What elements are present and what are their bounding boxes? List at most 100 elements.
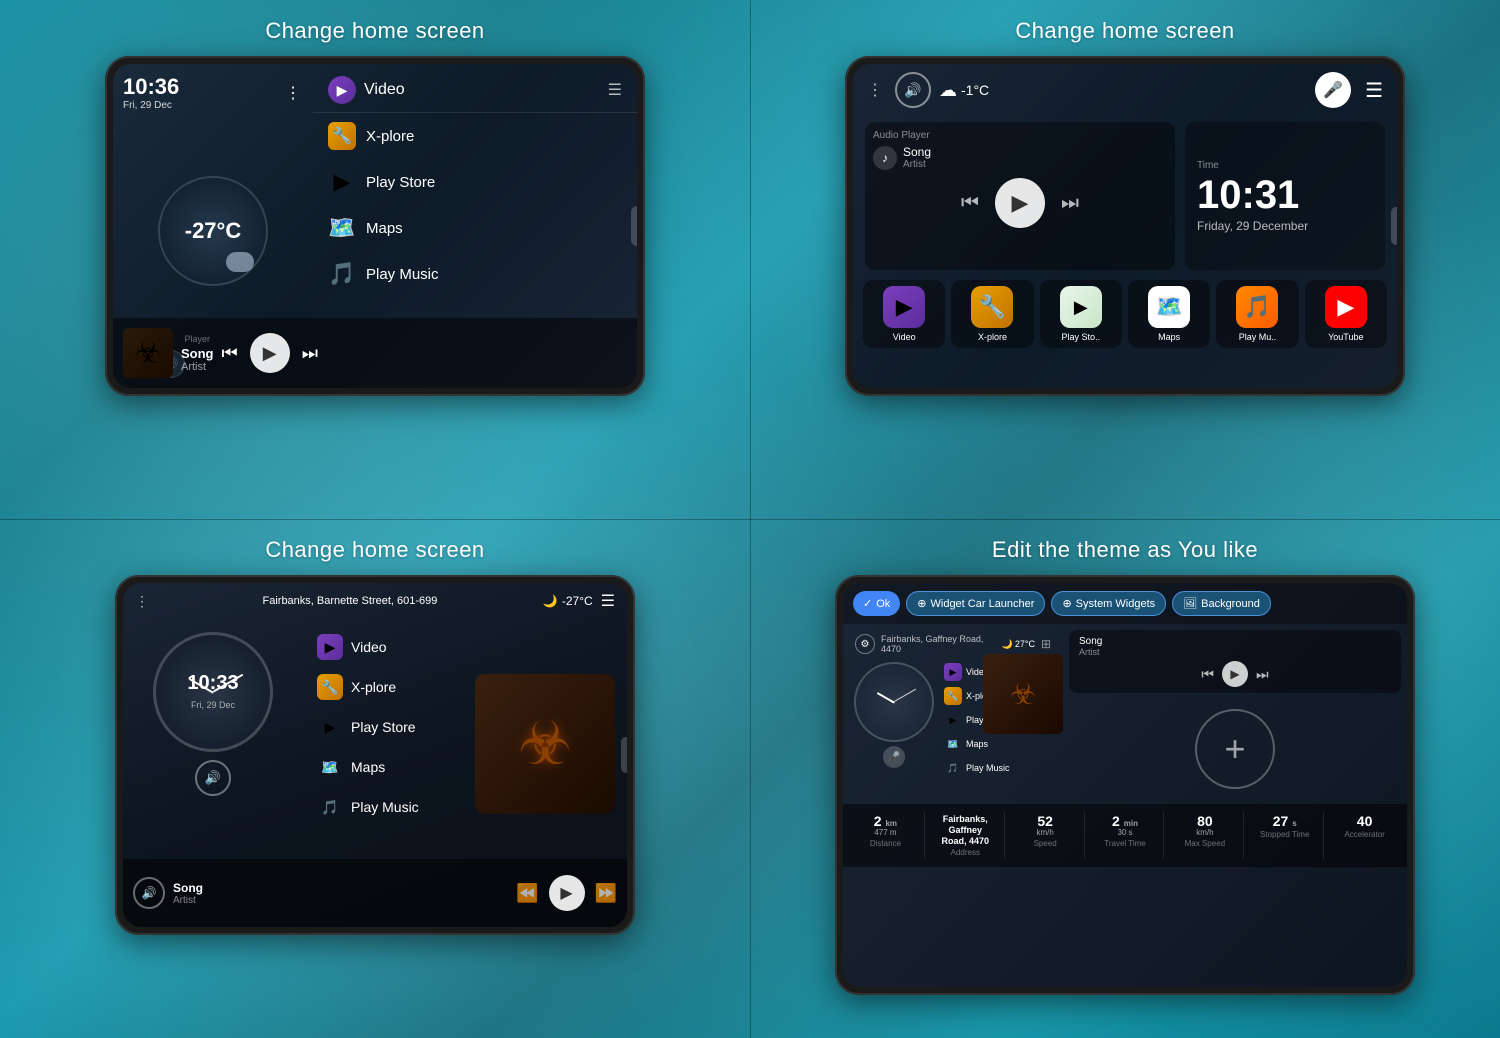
screen2-app-playstore[interactable]: ▶ Play Sto..: [1040, 280, 1122, 348]
screen4-mic[interactable]: 🎤: [883, 746, 905, 768]
screen4-moon: 🌙: [1002, 639, 1013, 650]
screen3-video-icon: ▶: [317, 634, 343, 660]
screen4-player: Song Artist ⏮ ▶ ⏭: [1069, 630, 1401, 693]
menu-item-playmusic[interactable]: 🎵 Play Music: [313, 251, 637, 297]
maps-label: Maps: [366, 220, 403, 237]
screen2-app-playmusic[interactable]: 🎵 Play Mu..: [1216, 280, 1298, 348]
screen3-menu-playmusic[interactable]: 🎵 Play Music: [311, 787, 455, 827]
screen4-album-art: ☣: [983, 654, 1063, 734]
screen1-dots-menu[interactable]: ⋮: [285, 83, 303, 103]
screen1-hamburger-icon[interactable]: ☰: [608, 80, 622, 100]
screen3-temp: -27°C: [562, 594, 593, 608]
screen2-audio-widget: Audio Player ♪ Song Artist ⏮ ▶ ⏭: [865, 122, 1175, 270]
screen2-prev[interactable]: ⏮: [961, 192, 979, 215]
screen3-scroll[interactable]: [621, 737, 627, 773]
screen2-app-xplore[interactable]: 🔧 X-plore: [951, 280, 1033, 348]
screen2-next[interactable]: ⏭: [1061, 192, 1079, 215]
screen3-play[interactable]: ▶: [549, 875, 585, 911]
screen1-player-label: Player: [181, 334, 214, 344]
screen4-add-widget-button[interactable]: +: [1195, 709, 1275, 789]
menu-item-maps[interactable]: 🗺️ Maps: [313, 205, 637, 251]
screen1-scroll-indicator[interactable]: [631, 206, 637, 246]
screen3-volume[interactable]: 🔊: [195, 760, 231, 796]
screen3-hamburger[interactable]: ☰: [601, 591, 615, 611]
screen4-right-panel: Song Artist ⏮ ▶ ⏭ +: [1063, 624, 1407, 804]
bg-label: Background: [1201, 598, 1260, 610]
playstore-icon: ▶: [328, 168, 356, 196]
stat-distance-value: 2 km: [851, 814, 920, 828]
cell-bottom-left: Change home screen ⋮ Fairbanks, Barnette…: [0, 519, 750, 1038]
screen4-maps-icon: 🗺️: [944, 735, 962, 753]
screen3-player-vol[interactable]: 🔊: [133, 877, 165, 909]
screen4-menu-maps[interactable]: 🗺️ Maps: [941, 732, 1055, 756]
screen2-mic-button[interactable]: 🎤: [1315, 72, 1351, 108]
screen2-app-youtube[interactable]: ▶ YouTube: [1305, 280, 1387, 348]
screen2-hamburger[interactable]: ☰: [1365, 78, 1383, 103]
prev-button[interactable]: ⏮: [222, 343, 238, 364]
main-grid: Change home screen 10:36 Fri, 29 Dec ⋮: [0, 0, 1500, 1038]
menu-item-xplore[interactable]: 🔧 X-plore: [313, 113, 637, 159]
screen4-prev[interactable]: ⏮: [1201, 666, 1214, 683]
screen4-playmusic-icon: 🎵: [944, 759, 962, 777]
screen4-menu-playmusic[interactable]: 🎵 Play Music: [941, 756, 1055, 780]
screen2-maps-icon: 🗺️: [1148, 286, 1190, 328]
screen2-dots[interactable]: ⋮: [867, 80, 883, 100]
screen3-date: Fri, 29 Dec: [191, 700, 235, 710]
screen2-song-text: Song Artist: [903, 145, 931, 170]
screen2-video-icon: ▶: [883, 286, 925, 328]
screen3-menu-xplore[interactable]: 🔧 X-plore: [311, 667, 455, 707]
screen2-time-widget: Time 10:31 Friday, 29 December: [1185, 122, 1385, 270]
screen4-next[interactable]: ⏭: [1256, 666, 1269, 683]
screen4-play[interactable]: ▶: [1222, 661, 1248, 687]
screen2-play[interactable]: ▶: [995, 178, 1045, 228]
screen2-app-video[interactable]: ▶ Video: [863, 280, 945, 348]
stat-travel-sub: 30 s: [1091, 828, 1160, 837]
screen3-moon-icon: 🌙: [543, 594, 558, 608]
plus-icon-widget: ⊕: [917, 597, 926, 610]
screen4-song: Song: [1079, 636, 1102, 647]
screen3-player: 🔊 Song Artist ⏪ ▶ ⏩: [123, 859, 627, 927]
cell-top-left: Change home screen 10:36 Fri, 29 Dec ⋮: [0, 0, 750, 519]
stat-address-label: Address: [931, 848, 1000, 857]
screen3-player-info: Song Artist: [173, 881, 508, 906]
stat-maxspeed-unit: km/h: [1170, 828, 1239, 837]
toolbar-ok-button[interactable]: ✓ Ok: [853, 591, 900, 616]
screen3-menu-maps[interactable]: 🗺️ Maps: [311, 747, 455, 787]
screen3-menu-playstore[interactable]: ▶ Play Store: [311, 707, 455, 747]
screen3-menu-video[interactable]: ▶ Video: [311, 627, 455, 667]
screen4-analog-clock: [854, 662, 934, 742]
toolbar-system-button[interactable]: ⊕ System Widgets: [1051, 591, 1166, 616]
play-button[interactable]: ▶: [250, 333, 290, 373]
screen3-controls: ⏪ ▶ ⏩: [516, 875, 617, 911]
stat-speed-unit: km/h: [1011, 828, 1080, 837]
screen2-app-maps[interactable]: 🗺️ Maps: [1128, 280, 1210, 348]
ok-label: Ok: [876, 598, 890, 610]
screen4-settings-icon[interactable]: ⚙: [855, 634, 875, 654]
screen4-song-info: Song Artist: [1079, 636, 1102, 657]
screen2-weather: ☁ -1°C: [939, 80, 989, 101]
toolbar-widget-button[interactable]: ⊕ Widget Car Launcher: [906, 591, 1045, 616]
screen4-artist: Artist: [1079, 647, 1102, 657]
screen3-playmusic-label: Play Music: [351, 799, 419, 815]
next-button[interactable]: ⏭: [302, 343, 318, 364]
screen1-video-icon[interactable]: ▶: [328, 76, 356, 104]
screen4-hour-hand: [877, 692, 895, 704]
screen3-forward[interactable]: ⏩: [595, 883, 617, 904]
screen3-rewind[interactable]: ⏪: [516, 883, 538, 904]
xplore-icon: 🔧: [328, 122, 356, 150]
maps-icon: 🗺️: [328, 214, 356, 242]
screen2-time: 10:31: [1197, 175, 1373, 215]
stat-accelerator: 40 Accelerator: [1326, 812, 1403, 859]
toolbar-bg-button[interactable]: 🖼 Background: [1172, 591, 1271, 616]
screen3-playstore-icon: ▶: [317, 714, 343, 740]
title-top-right: Change home screen: [1015, 18, 1234, 44]
screen2-player-controls: ⏮ ▶ ⏭: [873, 178, 1167, 228]
screen3-dots[interactable]: ⋮: [135, 593, 149, 610]
stat-travel-value: 2 min: [1091, 814, 1160, 828]
stat-accel-label: Accelerator: [1330, 830, 1399, 839]
menu-item-playstore[interactable]: ▶ Play Store: [313, 159, 637, 205]
screen2-scroll[interactable]: [1391, 207, 1397, 245]
stat-stopped-value: 27 s: [1250, 814, 1319, 828]
screen4-grid-icon[interactable]: ⊞: [1041, 637, 1051, 651]
screen2-volume-icon[interactable]: 🔊: [895, 72, 931, 108]
